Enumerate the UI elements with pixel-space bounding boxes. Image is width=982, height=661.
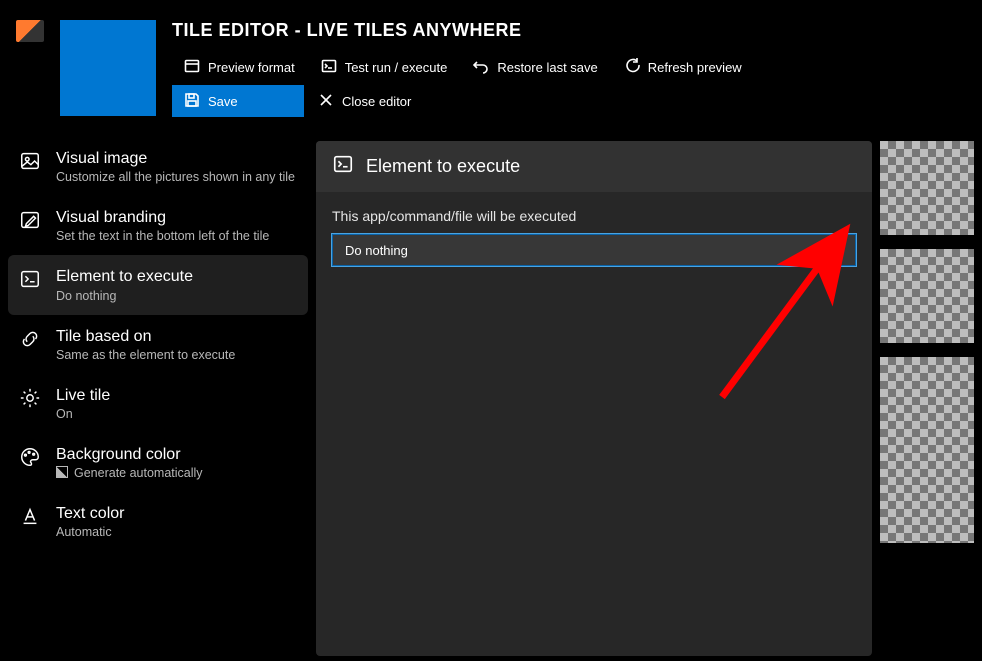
sidebar-item-title: Live tile — [56, 386, 298, 405]
sidebar-item-live-tile[interactable]: Live tile On — [8, 374, 308, 433]
sidebar-item-subtitle: Automatic — [56, 525, 298, 539]
preview-tile-small — [880, 141, 974, 235]
panel-header: Element to execute — [316, 141, 872, 192]
app-title: TILE EDITOR - LIVE TILES ANYWHERE — [172, 20, 966, 41]
sidebar-item-text-color[interactable]: Text color Automatic — [8, 492, 308, 551]
save-icon — [184, 92, 200, 111]
sun-icon — [18, 386, 42, 410]
close-icon — [318, 92, 334, 111]
sidebar: Visual image Customize all the pictures … — [8, 137, 308, 656]
sidebar-item-title: Visual branding — [56, 208, 298, 227]
sidebar-item-visual-branding[interactable]: Visual branding Set the text in the bott… — [8, 196, 308, 255]
sidebar-item-background-color[interactable]: Background color Generate automatically — [8, 433, 308, 492]
sidebar-item-title: Visual image — [56, 149, 298, 168]
sidebar-item-subtitle: Generate automatically — [56, 466, 298, 480]
restore-button[interactable]: Restore last save — [461, 51, 609, 83]
sidebar-item-title: Tile based on — [56, 327, 298, 346]
chevron-down-icon — [829, 242, 843, 259]
field-label: This app/command/file will be executed — [332, 208, 856, 224]
sidebar-item-subtitle: On — [56, 407, 298, 421]
toolbar-label: Refresh preview — [648, 60, 742, 75]
execute-icon — [321, 58, 337, 77]
toolbar: Preview format Test run / execute Restor… — [172, 51, 792, 117]
sidebar-item-title: Text color — [56, 504, 298, 523]
dropdown-value: Do nothing — [345, 243, 408, 258]
sidebar-item-title: Element to execute — [56, 267, 298, 286]
app-logo — [16, 20, 44, 42]
sidebar-item-title: Background color — [56, 445, 298, 464]
sidebar-item-tile-based-on[interactable]: Tile based on Same as the element to exe… — [8, 315, 308, 374]
preview-tile-large — [880, 357, 974, 543]
toolbar-label: Preview format — [208, 60, 295, 75]
layout-icon — [184, 58, 200, 77]
sidebar-item-subtitle: Set the text in the bottom left of the t… — [56, 229, 298, 243]
test-run-button[interactable]: Test run / execute — [309, 51, 460, 83]
panel-title: Element to execute — [366, 156, 520, 177]
preview-format-button[interactable]: Preview format — [172, 51, 307, 83]
edit-icon — [18, 208, 42, 232]
image-icon — [18, 149, 42, 173]
toolbar-label: Save — [208, 94, 238, 109]
sidebar-item-subtitle: Do nothing — [56, 289, 298, 303]
main-panel: Element to execute This app/command/file… — [316, 141, 872, 656]
terminal-icon — [18, 267, 42, 291]
preview-tile-medium — [880, 249, 974, 343]
preview-column — [880, 137, 974, 656]
toolbar-label: Test run / execute — [345, 60, 448, 75]
execute-dropdown[interactable]: Do nothing — [332, 234, 856, 266]
sidebar-item-subtitle: Same as the element to execute — [56, 348, 298, 362]
tile-preview-square — [60, 20, 156, 116]
refresh-preview-button[interactable]: Refresh preview — [612, 51, 754, 83]
sidebar-item-element-to-execute[interactable]: Element to execute Do nothing — [8, 255, 308, 314]
sidebar-item-visual-image[interactable]: Visual image Customize all the pictures … — [8, 137, 308, 196]
toolbar-label: Restore last save — [497, 60, 597, 75]
link-icon — [18, 327, 42, 351]
palette-icon — [18, 445, 42, 469]
sidebar-item-subtitle: Customize all the pictures shown in any … — [56, 170, 298, 184]
undo-icon — [473, 58, 489, 77]
toolbar-label: Close editor — [342, 94, 411, 109]
save-button[interactable]: Save — [172, 85, 304, 117]
close-editor-button[interactable]: Close editor — [306, 85, 423, 117]
terminal-icon — [332, 153, 354, 180]
refresh-icon — [624, 58, 640, 77]
text-color-icon — [18, 504, 42, 528]
